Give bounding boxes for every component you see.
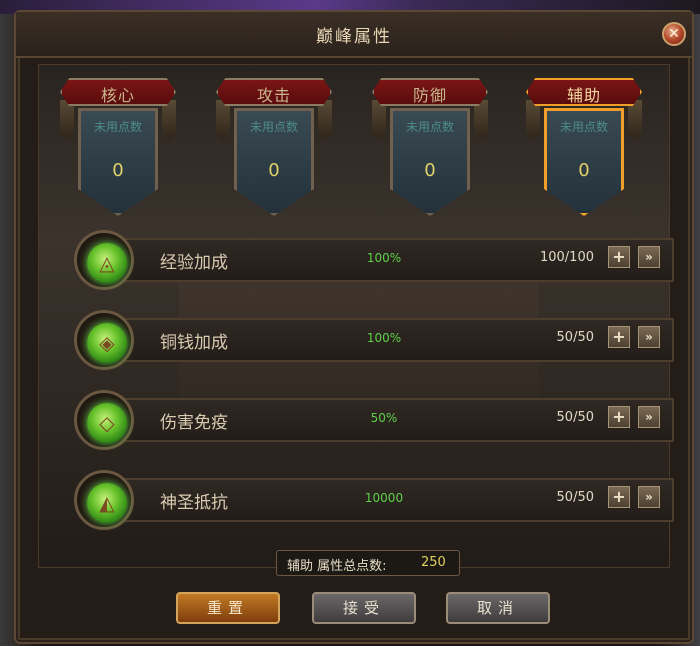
accept-button[interactable]: 接受 bbox=[312, 592, 416, 624]
total-points-value: 250 bbox=[421, 555, 446, 570]
attribute-name: 伤害免疫 bbox=[160, 413, 228, 433]
window-title: 巅峰属性 bbox=[316, 27, 392, 47]
total-points-panel: 辅助 属性总点数: 250 bbox=[276, 550, 460, 576]
attribute-points: 50/50 bbox=[556, 330, 594, 345]
double-chevron-right-icon: » bbox=[645, 330, 653, 344]
tab-label: 防御 bbox=[412, 86, 447, 105]
plus-icon: + bbox=[612, 327, 626, 346]
attribute-row-holy-resistance: ◭ 神圣抵抗 10000 50/50 + » bbox=[74, 470, 678, 530]
cancel-button[interactable]: 取消 bbox=[446, 592, 550, 624]
attribute-row-damage-immunity: ◇ 伤害免疫 50% 50/50 + » bbox=[74, 390, 678, 450]
rune-glyph: ◭ bbox=[99, 491, 115, 515]
double-chevron-right-icon: » bbox=[645, 250, 653, 264]
attribute-value: 100% bbox=[366, 331, 402, 345]
tab-defense[interactable]: 未用点数 0 防御 bbox=[364, 78, 496, 226]
rune-icon: ◬ bbox=[74, 230, 134, 290]
tab-attack[interactable]: 未用点数 0 攻击 bbox=[208, 78, 340, 226]
attribute-name: 经验加成 bbox=[160, 253, 228, 273]
attribute-value: 50% bbox=[370, 411, 398, 425]
plus-icon: + bbox=[612, 407, 626, 426]
attribute-value: 10000 bbox=[364, 491, 404, 505]
attribute-value: 100% bbox=[366, 251, 402, 265]
close-button[interactable]: ✕ bbox=[662, 22, 686, 46]
tab-label: 核心 bbox=[100, 86, 135, 105]
total-points-label: 辅助 属性总点数: bbox=[287, 559, 387, 574]
close-icon: ✕ bbox=[668, 26, 680, 42]
add-point-button[interactable]: + bbox=[608, 406, 630, 428]
max-points-button[interactable]: » bbox=[638, 246, 660, 268]
banner-ribbon-right bbox=[318, 100, 332, 140]
unused-points-value: 0 bbox=[112, 160, 124, 181]
double-chevron-right-icon: » bbox=[645, 410, 653, 424]
unused-points-label: 未用点数 bbox=[249, 120, 298, 134]
banner-ribbon-right bbox=[162, 100, 176, 140]
rune-icon: ◇ bbox=[74, 390, 134, 450]
max-points-button[interactable]: » bbox=[638, 326, 660, 348]
add-point-button[interactable]: + bbox=[608, 246, 630, 268]
add-point-button[interactable]: + bbox=[608, 486, 630, 508]
attribute-points: 100/100 bbox=[539, 250, 594, 265]
banner-ribbon-left bbox=[216, 100, 230, 140]
banner-ribbon-right bbox=[474, 100, 488, 140]
attribute-row-coin-bonus: ◈ 铜钱加成 100% 50/50 + » bbox=[74, 310, 678, 370]
max-points-button[interactable]: » bbox=[638, 486, 660, 508]
unused-points-label: 未用点数 bbox=[405, 120, 454, 134]
attribute-name: 铜钱加成 bbox=[160, 333, 228, 353]
banner-ribbon-right bbox=[628, 100, 642, 140]
attribute-name: 神圣抵抗 bbox=[160, 493, 228, 513]
unused-points-label: 未用点数 bbox=[93, 120, 142, 134]
rune-glyph: ◈ bbox=[99, 331, 115, 355]
double-chevron-right-icon: » bbox=[645, 490, 653, 504]
tab-label: 辅助 bbox=[566, 86, 601, 105]
unused-points-label: 未用点数 bbox=[559, 120, 608, 134]
peak-attributes-window: 巅峰属性 ✕ 未用点数 0 核心 未用点数 0 攻击 未用点数 0 防御 未用点… bbox=[14, 10, 694, 644]
reset-button[interactable]: 重置 bbox=[176, 592, 280, 624]
tab-core[interactable]: 未用点数 0 核心 bbox=[52, 78, 184, 226]
title-bar: 巅峰属性 ✕ bbox=[16, 12, 692, 58]
unused-points-value: 0 bbox=[424, 160, 436, 181]
rune-icon: ◈ bbox=[74, 310, 134, 370]
attribute-row-exp-bonus: ◬ 经验加成 100% 100/100 + » bbox=[74, 230, 678, 290]
add-point-button[interactable]: + bbox=[608, 326, 630, 348]
plus-icon: + bbox=[612, 487, 626, 506]
tab-support[interactable]: 未用点数 0 辅助 bbox=[518, 78, 650, 226]
tab-label: 攻击 bbox=[256, 86, 291, 105]
rune-icon: ◭ bbox=[74, 470, 134, 530]
rune-glyph: ◇ bbox=[99, 411, 115, 435]
plus-icon: + bbox=[612, 247, 626, 266]
banner-ribbon-left bbox=[372, 100, 386, 140]
rune-glyph: ◬ bbox=[99, 251, 115, 275]
attribute-points: 50/50 bbox=[556, 490, 594, 505]
banner-ribbon-left bbox=[526, 100, 540, 140]
banner-ribbon-left bbox=[60, 100, 74, 140]
max-points-button[interactable]: » bbox=[638, 406, 660, 428]
unused-points-value: 0 bbox=[578, 160, 590, 181]
attribute-points: 50/50 bbox=[556, 410, 594, 425]
unused-points-value: 0 bbox=[268, 160, 280, 181]
